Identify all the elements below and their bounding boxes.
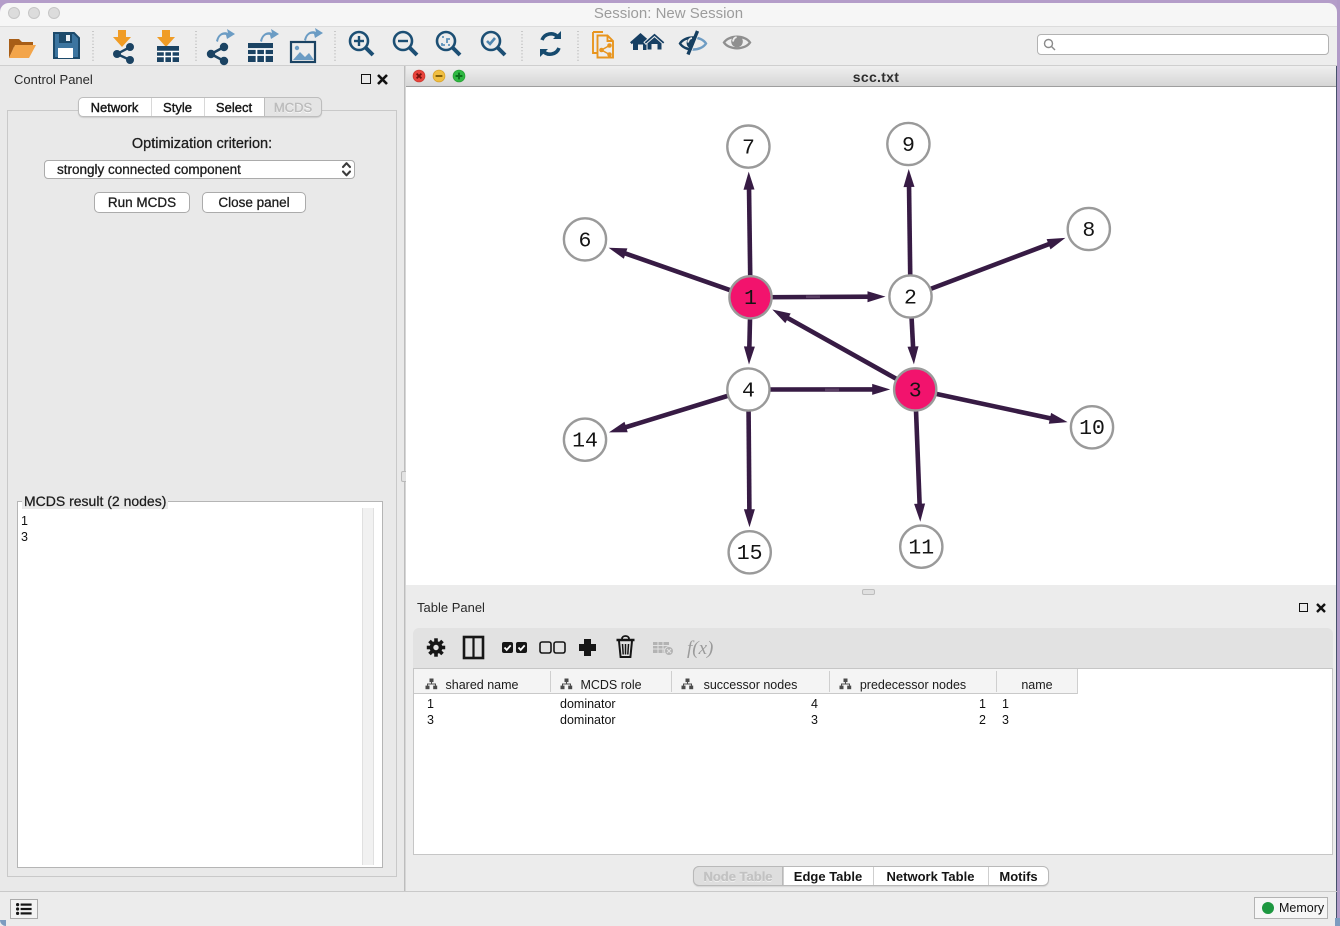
svg-text:3: 3 (909, 379, 922, 403)
svg-text:8: 8 (1082, 219, 1095, 243)
svg-text:4: 4 (742, 379, 755, 403)
svg-text:11: 11 (908, 537, 934, 561)
svg-text:1: 1 (744, 287, 757, 311)
svg-text:9: 9 (902, 134, 915, 158)
svg-text:f(x): f(x) (687, 638, 713, 659)
svg-text:2: 2 (904, 286, 917, 310)
svg-text:15: 15 (737, 542, 763, 566)
svg-text:7: 7 (742, 137, 755, 161)
svg-text:6: 6 (579, 229, 592, 253)
svg-text:14: 14 (572, 430, 598, 454)
svg-text:10: 10 (1079, 417, 1105, 441)
